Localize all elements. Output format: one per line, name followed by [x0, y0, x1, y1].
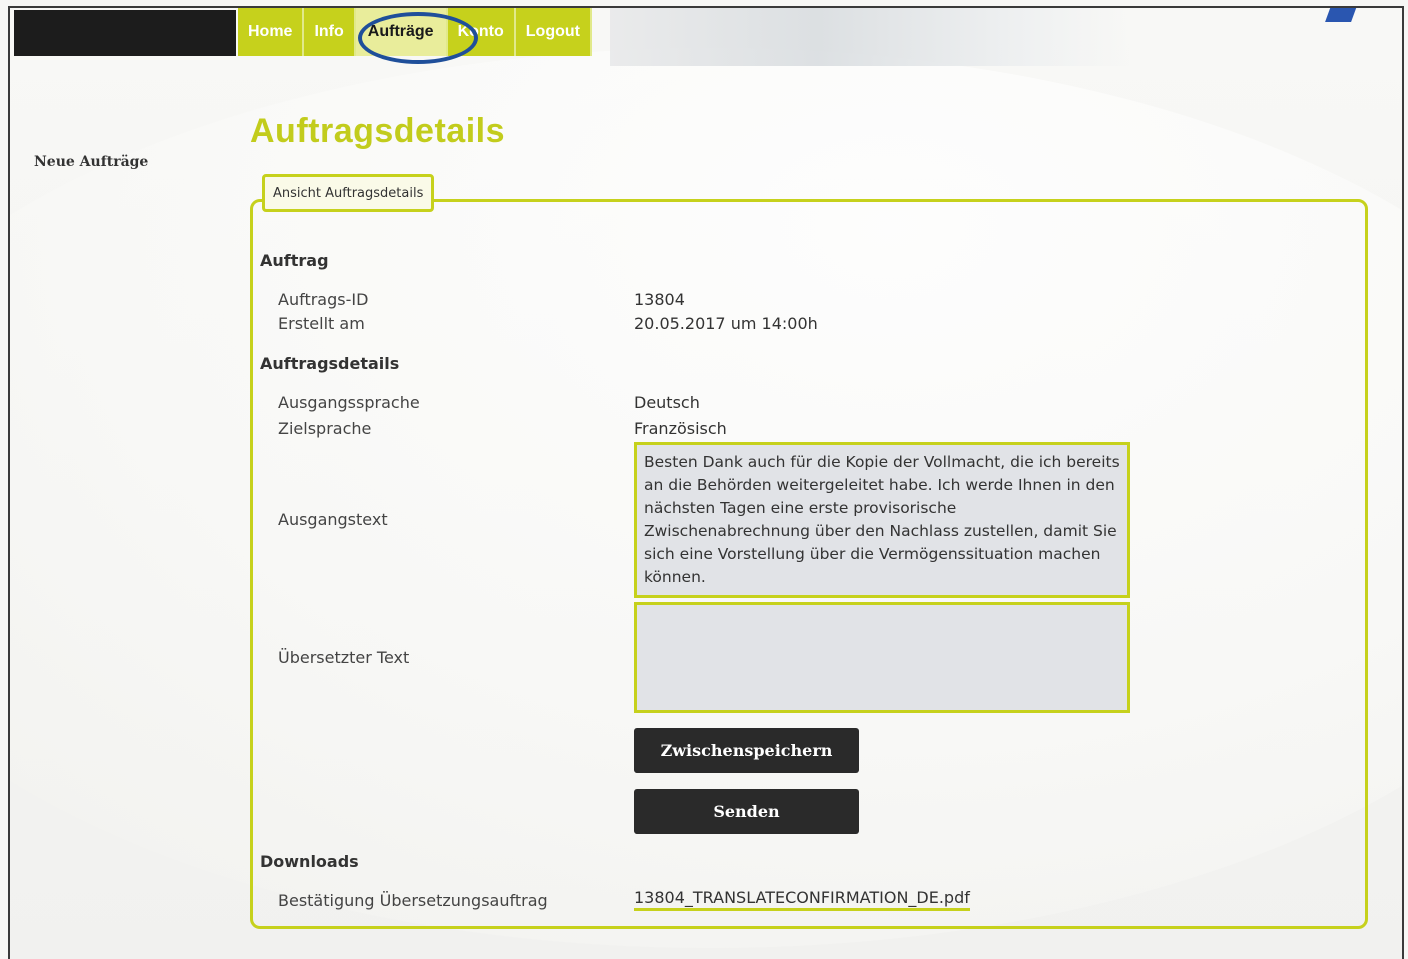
order-id-label: Auftrags-ID [278, 290, 369, 309]
nav-home[interactable]: Home [238, 8, 305, 56]
header-background-map [610, 8, 1130, 66]
tab-order-details-view[interactable]: Ansicht Auftragsdetails [262, 174, 435, 212]
source-text-label: Ausgangstext [278, 510, 388, 529]
highlight-circle-annotation [358, 12, 478, 64]
page-title: Auftragsdetails [250, 112, 505, 150]
created-label: Erstellt am [278, 314, 365, 333]
save-draft-button[interactable]: Zwischenspeichern [634, 728, 859, 773]
confirmation-label: Bestätigung Übersetzungsauftrag [278, 891, 548, 910]
order-id-value: 13804 [634, 290, 685, 309]
nav-info[interactable]: Info [304, 8, 356, 56]
source-text-field[interactable]: Besten Dank auch für die Kopie der Vollm… [634, 442, 1130, 598]
confirmation-download-link[interactable]: 13804_TRANSLATECONFIRMATION_DE.pdf [634, 888, 970, 911]
section-heading-order: Auftrag [260, 251, 329, 270]
source-language-value: Deutsch [634, 393, 700, 412]
translated-text-field[interactable] [634, 602, 1130, 713]
logo[interactable] [14, 10, 236, 56]
created-value: 20.05.2017 um 14:00h [634, 314, 818, 333]
target-language-value: Französisch [634, 419, 727, 438]
browser-frame: Home Info Aufträge Konto Logout Neue Auf… [8, 6, 1404, 959]
section-heading-downloads: Downloads [260, 852, 359, 871]
nav-logout[interactable]: Logout [515, 8, 592, 56]
corner-decoration [1325, 8, 1357, 22]
send-button[interactable]: Senden [634, 789, 859, 834]
target-language-label: Zielsprache [278, 419, 372, 438]
source-language-label: Ausgangssprache [278, 393, 420, 412]
section-heading-details: Auftragsdetails [260, 354, 400, 373]
translated-text-label: Übersetzter Text [278, 648, 410, 667]
sidebar-item-new-orders[interactable]: Neue Aufträge [34, 154, 148, 170]
